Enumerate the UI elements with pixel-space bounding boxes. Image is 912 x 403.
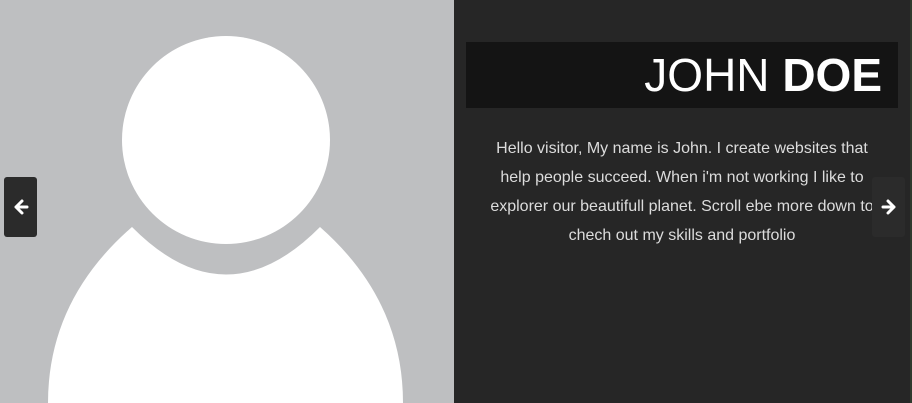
profile-slider: JOHN DOE Hello visitor, My name is John.… [0,0,912,403]
first-name: JOHN [644,49,770,101]
profile-info-panel: JOHN DOE Hello visitor, My name is John.… [454,0,912,403]
name-heading: JOHN DOE [466,42,898,108]
last-name: DOE [782,49,882,101]
previous-slide-button[interactable] [4,177,37,237]
arrow-left-icon [14,199,28,215]
user-silhouette-icon [48,36,403,403]
arrow-right-icon [881,199,895,215]
profile-photo-panel [0,0,454,403]
next-slide-button[interactable] [872,177,905,237]
bio-text: Hello visitor, My name is John. I create… [490,140,874,244]
